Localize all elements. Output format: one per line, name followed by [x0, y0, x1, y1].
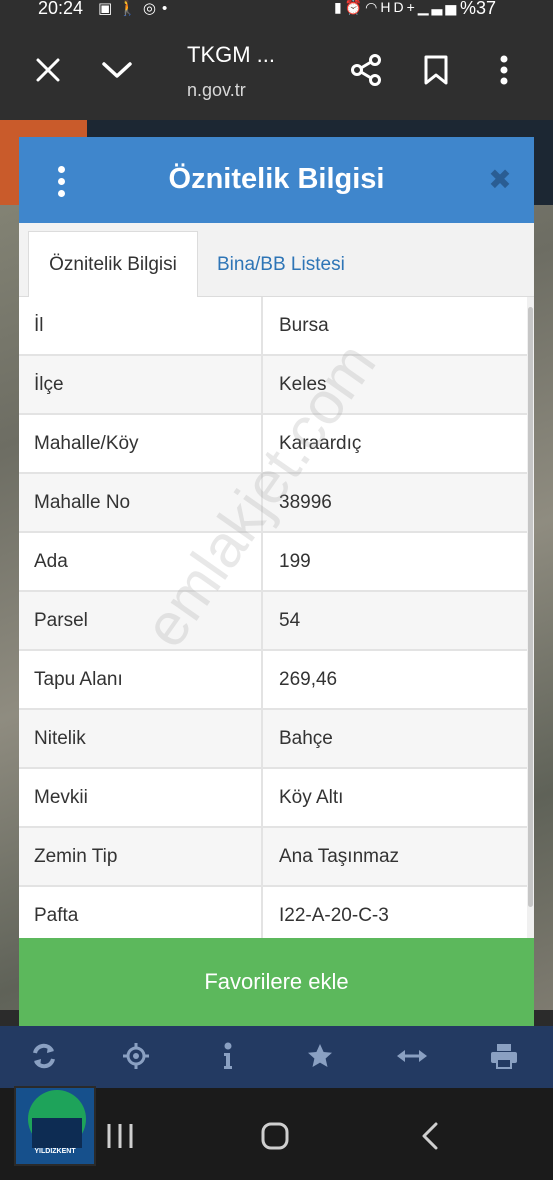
- walk-icon: 🚶: [118, 0, 143, 17]
- row-value: I22-A-20-C-3: [279, 904, 389, 926]
- row-key: İlçe: [19, 356, 263, 413]
- hd-icon: HD+: [380, 0, 418, 15]
- info-button[interactable]: [208, 1036, 248, 1076]
- more-icon: [500, 55, 508, 85]
- dialog-tabs: Öznitelik Bilgisi Bina/BB Listesi: [19, 223, 534, 298]
- bookmark-icon: [424, 55, 448, 85]
- row-key: Nitelik: [19, 710, 263, 767]
- table-row: Pafta I22-A-20-C-3: [19, 887, 527, 938]
- alarm-icon: ⏰: [344, 0, 366, 15]
- nfc-icon: ▮: [334, 0, 345, 15]
- status-time: 20:24: [38, 0, 84, 18]
- info-icon: [224, 1042, 232, 1069]
- refresh-icon: [33, 1043, 55, 1069]
- add-to-favorites-button[interactable]: Favorilere ekle: [19, 938, 534, 1026]
- row-value: 54: [279, 609, 301, 631]
- dialog-header: Öznitelik Bilgisi ✖: [19, 137, 534, 223]
- row-key: Mahalle No: [19, 474, 263, 531]
- measure-button[interactable]: [392, 1036, 432, 1076]
- recents-button[interactable]: [98, 1114, 142, 1158]
- row-value: Ana Taşınmaz: [279, 845, 400, 867]
- row-key: Pafta: [19, 887, 263, 938]
- dialog-title: Öznitelik Bilgisi: [168, 163, 385, 195]
- table-row: Nitelik Bahçe: [19, 710, 527, 769]
- table-row: Parsel 54: [19, 592, 527, 651]
- agency-logo: YILDIZKENT: [14, 1086, 96, 1166]
- battery-level: %37: [460, 0, 497, 18]
- home-icon: [261, 1122, 289, 1150]
- dot-icon: •: [161, 0, 174, 17]
- locate-button[interactable]: [116, 1036, 156, 1076]
- row-value: Bahçe: [279, 727, 333, 749]
- favorites-button[interactable]: [300, 1036, 340, 1076]
- home-button[interactable]: [253, 1114, 297, 1158]
- attribute-info-dialog: Öznitelik Bilgisi ✖ Öznitelik Bilgisi Bi…: [19, 137, 534, 1026]
- row-value: Köy Altı: [279, 786, 344, 808]
- status-left-icons: ▣🚶◎•: [98, 0, 173, 17]
- row-key: Tapu Alanı: [19, 651, 263, 708]
- close-icon: ✖: [488, 164, 512, 195]
- logo-city-shape: [32, 1118, 82, 1148]
- row-value: 199: [279, 550, 311, 572]
- locate-icon: [123, 1043, 149, 1069]
- row-value: Keles: [279, 373, 327, 395]
- row-value: 269,46: [279, 668, 338, 690]
- row-value: Bursa: [279, 314, 329, 336]
- chrome-icon: ◎: [142, 0, 162, 17]
- back-icon: [422, 1122, 438, 1150]
- table-row: Ada 199: [19, 533, 527, 592]
- row-key: Ada: [19, 533, 263, 590]
- row-key: Mahalle/Köy: [19, 415, 263, 472]
- scrollbar-thumb[interactable]: [528, 307, 533, 907]
- back-button[interactable]: [408, 1114, 452, 1158]
- print-button[interactable]: [484, 1036, 524, 1076]
- row-value: Karaardıç: [279, 432, 362, 454]
- row-value: 38996: [279, 491, 332, 513]
- chevron-down-icon: [102, 62, 132, 78]
- minimize-button[interactable]: [97, 50, 137, 90]
- share-icon: [351, 54, 381, 86]
- table-row: Tapu Alanı 269,46: [19, 651, 527, 710]
- logo-text: YILDIZKENT: [34, 1148, 76, 1155]
- row-key: Mevkii: [19, 769, 263, 826]
- refresh-button[interactable]: [24, 1036, 64, 1076]
- table-row: Mevkii Köy Altı: [19, 769, 527, 828]
- tab-attribute-info[interactable]: Öznitelik Bilgisi: [28, 231, 198, 298]
- recents-icon: [107, 1124, 133, 1148]
- measure-icon: [397, 1050, 427, 1062]
- dialog-close-button[interactable]: ✖: [485, 165, 515, 195]
- page-title: TKGM ...: [187, 42, 275, 67]
- map-toolbar: [0, 1026, 553, 1088]
- more-options-button[interactable]: [484, 50, 524, 90]
- print-icon: [491, 1044, 517, 1069]
- browser-toolbar: TKGM ... n.gov.tr: [0, 20, 553, 120]
- table-row: İl Bursa: [19, 297, 527, 356]
- table-row: Mahalle/Köy Karaardıç: [19, 415, 527, 474]
- table-row: Zemin Tip Ana Taşınmaz: [19, 828, 527, 887]
- row-key: Parsel: [19, 592, 263, 649]
- table-row: İlçe Keles: [19, 356, 527, 415]
- row-key: Zemin Tip: [19, 828, 263, 885]
- share-button[interactable]: [346, 50, 386, 90]
- status-right-icons: ▮⏰◠HD+▁▃▅: [334, 0, 459, 16]
- row-key: İl: [19, 297, 263, 354]
- close-icon: [36, 58, 60, 82]
- tab-building-list[interactable]: Bina/BB Listesi: [217, 231, 345, 298]
- wifi-icon: ◠: [365, 0, 381, 15]
- attribute-table: İl Bursa İlçe Keles Mahalle/Köy Karaardıç M…: [19, 297, 527, 938]
- status-bar: 20:24 ▣🚶◎• ▮⏰◠HD+▁▃▅ %37: [0, 0, 553, 20]
- close-tab-button[interactable]: [28, 50, 68, 90]
- image-icon: ▣: [98, 0, 119, 17]
- signal-icon: ▁▃▅: [417, 0, 460, 15]
- table-row: Mahalle No 38996: [19, 474, 527, 533]
- table-scrollbar[interactable]: [527, 297, 534, 938]
- page-url[interactable]: n.gov.tr: [187, 80, 246, 101]
- star-icon: [308, 1044, 332, 1067]
- bookmark-button[interactable]: [416, 50, 456, 90]
